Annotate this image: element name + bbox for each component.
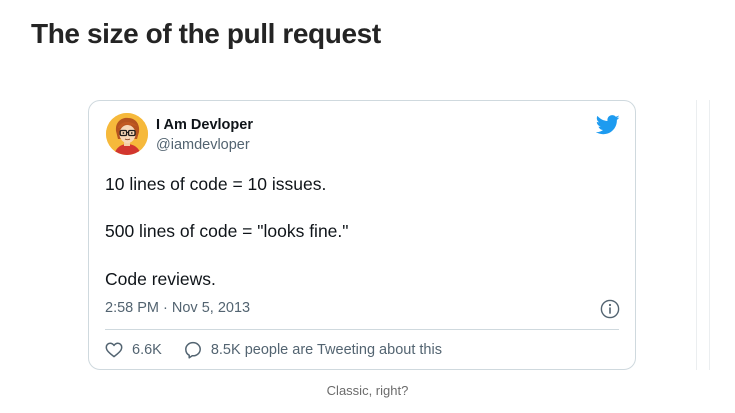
- adjacent-embed-edge: [696, 100, 710, 370]
- speech-bubble-icon: [184, 341, 201, 359]
- embedded-tweet-card[interactable]: I Am Devloper @iamdevloper 10 lines of c…: [88, 100, 636, 370]
- discussion-text: 8.5K people are Tweeting about this: [210, 342, 442, 358]
- twitter-bird-icon[interactable]: [596, 115, 620, 135]
- heart-icon: [105, 342, 123, 358]
- tweet-text-line-2: 500 lines of code = "looks fine.": [105, 221, 349, 241]
- image-caption: Classic, right?: [326, 383, 409, 398]
- like-count: 6.6K: [132, 342, 162, 358]
- like-button[interactable]: 6.6K: [105, 342, 162, 358]
- card-divider: [105, 329, 619, 330]
- author-avatar[interactable]: [106, 113, 148, 155]
- discussion-link[interactable]: 8.5K people are Tweeting about this: [184, 341, 442, 359]
- author-name[interactable]: I Am Devloper: [156, 116, 253, 134]
- tweet-timestamp-link[interactable]: 2:58 PM · Nov 5, 2013: [105, 299, 250, 317]
- developer-avatar-illustration: [106, 113, 148, 155]
- info-icon[interactable]: [600, 299, 620, 319]
- page-heading: The size of the pull request: [31, 18, 381, 49]
- tweet-action-row: 6.6K 8.5K people are Tweeting about this: [105, 340, 442, 360]
- tweet-text-line-3: Code reviews.: [105, 269, 216, 289]
- author-handle[interactable]: @iamdevloper: [156, 136, 250, 154]
- tweet-text-line-1: 10 lines of code = 10 issues.: [105, 174, 327, 194]
